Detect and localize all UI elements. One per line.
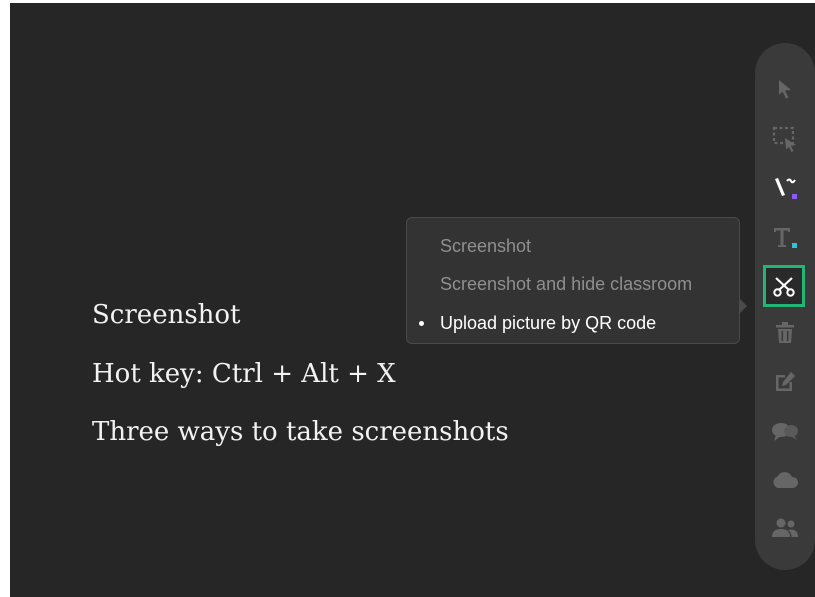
pen-icon xyxy=(770,173,800,203)
cloud-icon xyxy=(770,468,800,492)
screenshot-menu: Screenshot Screenshot and hide classroom… xyxy=(406,217,740,344)
tool-select-button[interactable] xyxy=(767,71,803,107)
menu-item-label: Upload picture by QR code xyxy=(440,312,657,333)
popup-pointer xyxy=(740,299,747,313)
menu-item-label: Screenshot xyxy=(440,235,532,256)
caption-hotkey: Hot key: Ctrl + Alt + X xyxy=(92,359,396,389)
menu-item-screenshot[interactable]: Screenshot xyxy=(407,228,739,264)
right-toolbar xyxy=(755,43,815,570)
menu-item-screenshot-hide-classroom[interactable]: Screenshot and hide classroom xyxy=(407,266,739,302)
users-icon xyxy=(770,515,800,541)
menu-item-upload-qr[interactable]: Upload picture by QR code xyxy=(407,305,739,341)
edit-icon xyxy=(772,369,798,395)
menu-item-label: Screenshot and hide classroom xyxy=(440,273,693,294)
tool-pen-button[interactable] xyxy=(767,170,803,206)
chat-icon xyxy=(770,419,800,445)
cursor-arrow-icon xyxy=(775,78,795,100)
tool-delete-button[interactable] xyxy=(767,315,803,351)
classroom-canvas[interactable]: Screenshot Hot key: Ctrl + Alt + X Three… xyxy=(10,3,815,597)
tool-text-button[interactable] xyxy=(767,220,803,256)
caption-description: Three ways to take screenshots xyxy=(92,417,509,447)
tool-screenshot-button[interactable] xyxy=(763,265,805,307)
selection-box-icon xyxy=(771,125,799,153)
caption-title: Screenshot xyxy=(92,300,241,330)
bullet-icon xyxy=(419,320,424,326)
tool-chat-button[interactable] xyxy=(767,414,803,450)
trash-icon xyxy=(773,320,797,346)
tool-users-button[interactable] xyxy=(767,510,803,546)
tool-edit-button[interactable] xyxy=(767,364,803,400)
text-tool-icon xyxy=(770,223,800,253)
tool-cloud-button[interactable] xyxy=(767,462,803,498)
tool-area-select-button[interactable] xyxy=(767,121,803,157)
scissors-icon xyxy=(771,273,797,299)
